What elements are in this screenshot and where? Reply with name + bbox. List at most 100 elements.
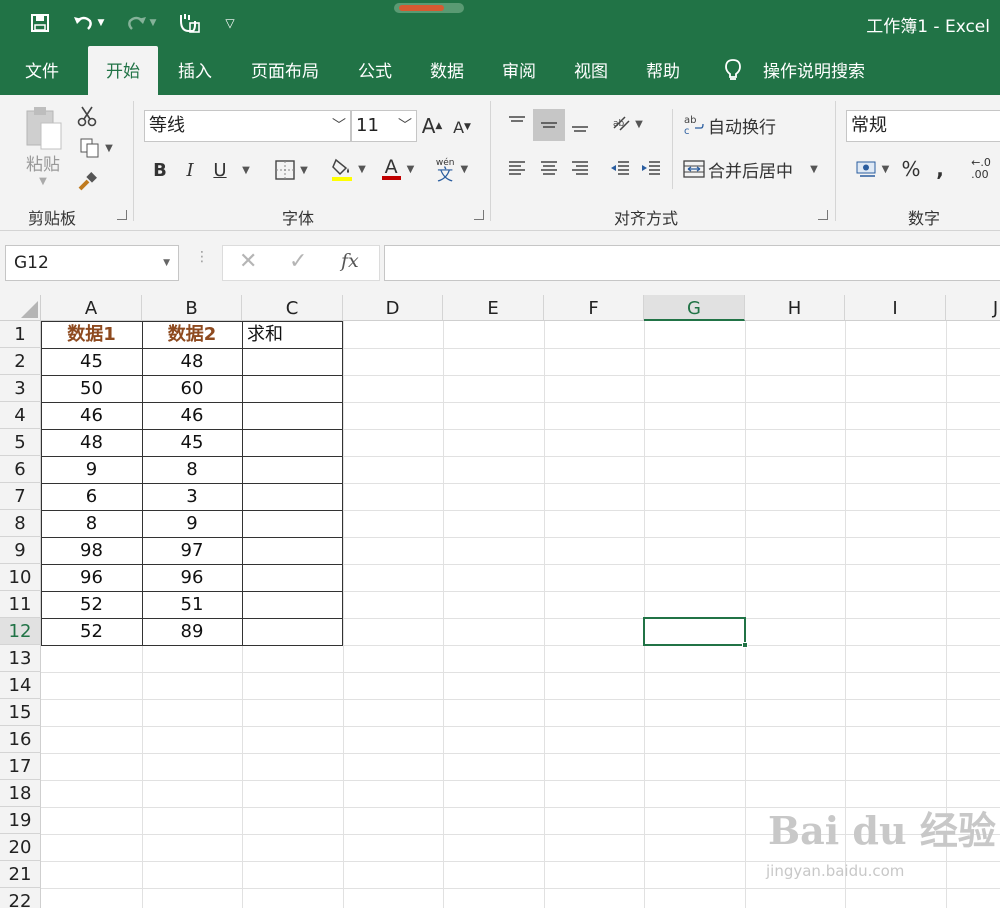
cell-b4[interactable]: 46 [142,402,242,429]
font-launcher-icon[interactable] [474,210,484,220]
cell-a6[interactable]: 9 [41,456,142,483]
row-header[interactable]: 6 [0,456,41,483]
number-format-box[interactable]: 常规 [846,110,1000,142]
bold-button[interactable]: B [148,155,172,185]
save-icon[interactable] [26,10,54,36]
column-header-g[interactable]: G [644,295,745,321]
row-header[interactable]: 1 [0,321,41,348]
tab-insert[interactable]: 插入 [165,46,225,95]
window-grab-handle[interactable] [394,3,464,13]
cell-b9[interactable]: 97 [142,537,242,564]
cell-a1[interactable]: 数据1 [41,321,142,348]
row-header[interactable]: 7 [0,483,41,510]
cell-b11[interactable]: 51 [142,591,242,618]
percent-style-button[interactable]: % [898,155,924,183]
name-box-dropdown-icon[interactable]: ▼ [163,246,170,280]
tab-review[interactable]: 审阅 [490,46,548,95]
alignment-launcher-icon[interactable] [818,210,828,220]
font-name-dropdown-icon[interactable]: ﹀ [332,111,346,141]
copy-icon[interactable]: ▼ [74,135,118,161]
row-header[interactable]: 5 [0,429,41,456]
cell-b3[interactable]: 60 [142,375,242,402]
cell-a2[interactable]: 45 [41,348,142,375]
paste-button[interactable]: 粘贴 [20,151,66,175]
tab-home[interactable]: 开始 [88,46,158,95]
formula-bar-splitter[interactable]: ⋮ [195,250,209,273]
select-all-button[interactable] [0,295,41,321]
row-header[interactable]: 11 [0,591,41,618]
fill-handle[interactable] [742,642,748,648]
cancel-icon[interactable]: ✕ [239,249,257,274]
row-header[interactable]: 9 [0,537,41,564]
cell-a9[interactable]: 98 [41,537,142,564]
merge-dropdown-icon[interactable]: ▼ [806,155,822,183]
column-header-c[interactable]: C [242,295,343,321]
tab-formulas[interactable]: 公式 [346,46,404,95]
cut-icon[interactable] [74,103,100,129]
cell-a8[interactable]: 8 [41,510,142,537]
row-header[interactable]: 17 [0,753,41,780]
bottom-align-icon[interactable] [567,110,593,138]
redo-icon[interactable]: ▼ [120,10,160,36]
touch-mode-icon[interactable] [174,10,204,36]
merge-center-icon[interactable] [682,155,706,183]
tab-data[interactable]: 数据 [418,46,476,95]
cell-a4[interactable]: 46 [41,402,142,429]
tell-me-search[interactable]: 操作说明搜索 [755,46,873,95]
column-header-f[interactable]: F [544,295,644,321]
comma-style-button[interactable]: , [930,155,950,183]
font-size-box[interactable]: 11 ﹀ [351,110,417,142]
paste-dropdown-icon[interactable]: ▼ [36,175,50,187]
cell-a7[interactable]: 6 [41,483,142,510]
undo-icon[interactable]: ▼ [68,10,108,36]
cell-a10[interactable]: 96 [41,564,142,591]
row-header[interactable]: 18 [0,780,41,807]
align-center-icon[interactable] [536,155,562,183]
align-right-icon[interactable] [567,155,593,183]
accounting-format-icon[interactable]: ▼ [850,155,894,183]
column-header-e[interactable]: E [443,295,544,321]
middle-align-icon[interactable] [533,109,565,141]
increase-indent-icon[interactable] [637,155,665,183]
cell-c1[interactable]: 求和 [242,321,343,348]
active-cell-g12[interactable] [643,617,748,648]
font-name-box[interactable]: 等线 ﹀ [144,110,351,142]
underline-dropdown-icon[interactable]: ▼ [238,155,254,185]
column-header-h[interactable]: H [745,295,845,321]
decrease-font-size-icon[interactable]: A ▼ [450,114,474,140]
row-header[interactable]: 13 [0,645,41,672]
font-color-icon[interactable]: A ▼ [376,153,420,185]
row-header[interactable]: 21 [0,861,41,888]
insert-function-button[interactable]: fx [341,250,359,272]
column-header-j[interactable]: J [946,295,1000,321]
enter-icon[interactable]: ✓ [289,249,307,274]
italic-button[interactable]: I [178,155,202,185]
clipboard-launcher-icon[interactable] [117,210,127,220]
column-header-b[interactable]: B [142,295,242,321]
cell-b7[interactable]: 3 [142,483,242,510]
column-header-d[interactable]: D [343,295,443,321]
row-header[interactable]: 15 [0,699,41,726]
row-header[interactable]: 8 [0,510,41,537]
format-painter-icon[interactable] [74,169,100,195]
column-header-i[interactable]: I [845,295,946,321]
row-header[interactable]: 12 [0,618,41,645]
decrease-indent-icon[interactable] [606,155,634,183]
tab-view[interactable]: 视图 [562,46,620,95]
tab-page-layout[interactable]: 页面布局 [240,46,330,95]
cell-b12[interactable]: 89 [142,618,242,645]
cell-b1[interactable]: 数据2 [142,321,242,348]
lightbulb-icon[interactable] [720,46,746,95]
wrap-text-icon[interactable]: ab c [682,111,706,139]
name-box[interactable]: G12 ▼ [5,245,179,281]
cell-a12[interactable]: 52 [41,618,142,645]
row-header[interactable]: 3 [0,375,41,402]
cell-a3[interactable]: 50 [41,375,142,402]
cell-b10[interactable]: 96 [142,564,242,591]
cell-b5[interactable]: 45 [142,429,242,456]
cell-b8[interactable]: 9 [142,510,242,537]
tab-help[interactable]: 帮助 [634,46,692,95]
merge-center-button[interactable]: 合并后居中 [708,155,798,183]
paste-icon[interactable] [20,103,66,153]
increase-decimal-button[interactable]: ←.0 .00 [962,153,1000,185]
